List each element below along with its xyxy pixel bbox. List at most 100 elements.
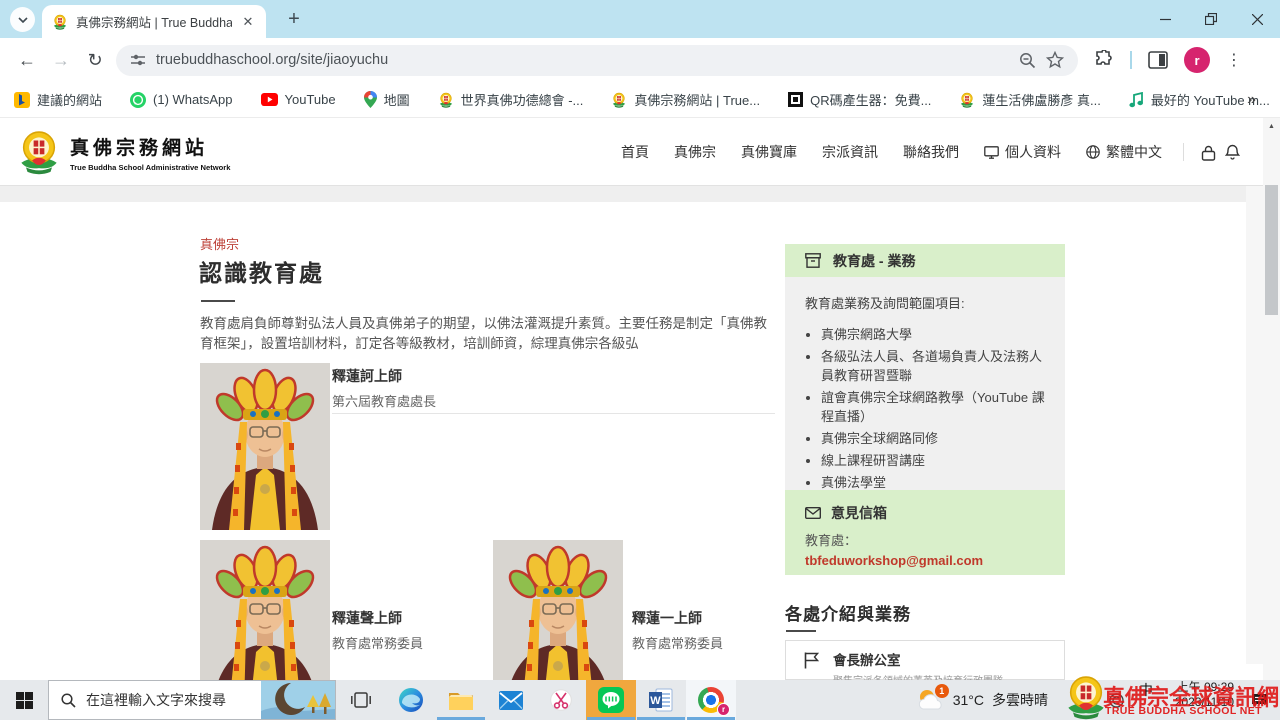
- edge-icon: [398, 687, 424, 713]
- maps-pin-icon: [364, 91, 377, 108]
- list-item: 線上課程研習講座: [821, 451, 1047, 470]
- bookmark-grandmaster[interactable]: 蓮生活佛盧勝彥 真...: [959, 90, 1100, 109]
- zoom-out-icon[interactable]: [1019, 52, 1036, 69]
- mailbox-label: 教育處：: [805, 530, 1045, 549]
- monitor-icon: [984, 146, 999, 159]
- browser-menu-button[interactable]: ⋮: [1226, 50, 1242, 70]
- archive-box-icon: [805, 253, 821, 268]
- qr-icon: [788, 92, 803, 107]
- bookmark-tbf-federation[interactable]: 世界真佛功德總會 -...: [438, 90, 584, 109]
- monk-portrait-image: [200, 540, 330, 680]
- nav-contact[interactable]: 聯絡我們: [903, 142, 959, 162]
- music-note-icon: [1129, 92, 1144, 108]
- tray-chevron-up-icon[interactable]: [1084, 696, 1096, 704]
- tab-search-button[interactable]: [10, 7, 35, 32]
- browser-tab[interactable]: 真佛宗務網站 | True Buddha Sc ✕: [42, 5, 266, 38]
- site-info-tune-icon[interactable]: [130, 52, 146, 68]
- site-logo[interactable]: 真佛宗務網站 True Buddha School Administrative…: [16, 129, 230, 175]
- toolbar-right-cluster: r ⋮: [1094, 47, 1242, 73]
- profile-avatar[interactable]: r: [1184, 47, 1210, 73]
- site-header: 真佛宗務網站 True Buddha School Administrative…: [0, 118, 1280, 186]
- crest-icon: [438, 92, 454, 108]
- bookmark-star-icon[interactable]: [1046, 51, 1064, 69]
- weather-alert-badge: 1: [935, 684, 949, 698]
- window-controls: [1142, 0, 1280, 38]
- crest-icon: [611, 92, 627, 108]
- office-card-link[interactable]: 會長辦公室 聚集宗派各領域的菁英及培育行政團隊: [785, 640, 1065, 680]
- browser-toolbar: ← → ↻ truebuddhaschool.org/site/jiaoyuch…: [0, 38, 1280, 82]
- notifications-bell-button[interactable]: [1225, 144, 1240, 161]
- login-lock-button[interactable]: [1201, 145, 1216, 161]
- line-app-button[interactable]: [586, 680, 636, 720]
- nav-home[interactable]: 首頁: [621, 142, 649, 162]
- page-scrollbar[interactable]: [1246, 186, 1263, 664]
- bookmark-tbs-admin[interactable]: 真佛宗務網站 | True...: [611, 90, 760, 109]
- back-button[interactable]: ←: [10, 50, 44, 71]
- caption-divider: [332, 413, 775, 414]
- chevron-down-icon: [18, 17, 28, 23]
- extensions-icon[interactable]: [1094, 50, 1114, 70]
- mailbox-email-link[interactable]: tbfeduworkshop@gmail.com: [805, 553, 1045, 568]
- services-intro: 教育處業務及詢問範圍項目:: [805, 293, 1047, 312]
- task-view-icon: [351, 692, 371, 708]
- scrollbar-thumb[interactable]: [1265, 185, 1278, 315]
- reload-button[interactable]: ↻: [78, 50, 112, 71]
- word-button[interactable]: W: [636, 680, 686, 720]
- weather-temp: 31°C: [953, 692, 984, 708]
- ime-indicator[interactable]: 中: [1134, 680, 1158, 720]
- forward-button[interactable]: →: [44, 50, 78, 71]
- snipping-tool-button[interactable]: [536, 680, 586, 720]
- notification-icon: [1251, 693, 1268, 708]
- edge-button[interactable]: [386, 680, 436, 720]
- person-photo-2: [200, 540, 330, 680]
- windows-logo-icon: [16, 692, 33, 709]
- nav-true-buddha-school[interactable]: 真佛宗: [674, 142, 716, 162]
- chrome-button[interactable]: r: [686, 680, 736, 720]
- page-content: 真佛宗 認識教育處 教育處肩負師尊對弘法人員及真佛弟子的期望，以佛法灌溉提升素質…: [0, 202, 1263, 680]
- search-icon: [61, 693, 76, 708]
- youtube-icon: [261, 93, 278, 106]
- person-name: 釋蓮訶上師: [332, 366, 436, 386]
- bookmark-whatsapp[interactable]: (1) WhatsApp: [130, 92, 232, 108]
- site-crest-icon: [16, 129, 62, 175]
- start-button[interactable]: [0, 680, 48, 720]
- weather-widget[interactable]: 1 31°C 多雲時晴: [917, 680, 1074, 720]
- nav-language[interactable]: 繁體中文: [1086, 142, 1162, 162]
- bookmark-maps[interactable]: 地圖: [364, 90, 410, 109]
- services-box-body: 教育處業務及詢問範圍項目: 真佛宗網路大學 各級弘法人員、各道場負責人及法務人員…: [785, 277, 1065, 511]
- task-view-button[interactable]: [336, 680, 386, 720]
- nav-school-info[interactable]: 宗派資訊: [822, 142, 878, 162]
- bookmark-youtube[interactable]: YouTube: [261, 92, 336, 107]
- tray-status-icon[interactable]: [1109, 693, 1124, 708]
- restore-button[interactable]: [1188, 0, 1234, 38]
- person-caption-3: 釋蓮一上師 教育處常務委員: [632, 608, 723, 652]
- list-item: 真佛宗全球網路同修: [821, 429, 1047, 448]
- mail-button[interactable]: [486, 680, 536, 720]
- services-list: 真佛宗網路大學 各級弘法人員、各道場負責人及法務人員教育研習暨聯 誼會真佛宗全球…: [821, 325, 1047, 492]
- page-title: 認識教育處: [199, 254, 324, 288]
- file-explorer-button[interactable]: [436, 680, 486, 720]
- clock-date: 2023/11/10: [1158, 695, 1234, 710]
- page-scrollbar[interactable]: ▲: [1263, 118, 1280, 680]
- tab-close-icon[interactable]: ✕: [240, 14, 256, 30]
- weather-icon: 1: [917, 687, 945, 713]
- nav-treasury[interactable]: 真佛寶庫: [741, 142, 797, 162]
- close-window-button[interactable]: [1234, 0, 1280, 38]
- side-panel-icon[interactable]: [1148, 51, 1168, 69]
- whatsapp-icon: [130, 92, 146, 108]
- taskbar-clock[interactable]: 上午 09:29 2023/11/10: [1158, 680, 1238, 720]
- new-tab-button[interactable]: +: [282, 7, 306, 31]
- breadcrumb[interactable]: 真佛宗: [200, 234, 239, 253]
- weather-description: 多雲時晴: [992, 690, 1048, 710]
- nav-profile[interactable]: 個人資料: [984, 142, 1061, 162]
- bookmark-qr-generator[interactable]: QR碼產生器：免費...: [788, 90, 931, 109]
- scrollbar-up-arrow[interactable]: ▲: [1263, 123, 1280, 130]
- bookmarks-overflow-button[interactable]: »: [1247, 91, 1256, 109]
- taskbar-search-box[interactable]: 在這裡輸入文字來搜尋: [48, 680, 336, 720]
- bookmark-suggested-sites[interactable]: 建議的網站: [14, 90, 102, 109]
- url-bar[interactable]: truebuddhaschool.org/site/jiaoyuchu: [116, 45, 1078, 76]
- minimize-button[interactable]: [1142, 0, 1188, 38]
- url-text[interactable]: truebuddhaschool.org/site/jiaoyuchu: [156, 52, 1009, 68]
- action-center-button[interactable]: [1238, 680, 1280, 720]
- browser-titlebar: 真佛宗務網站 | True Buddha Sc ✕ +: [0, 0, 1280, 38]
